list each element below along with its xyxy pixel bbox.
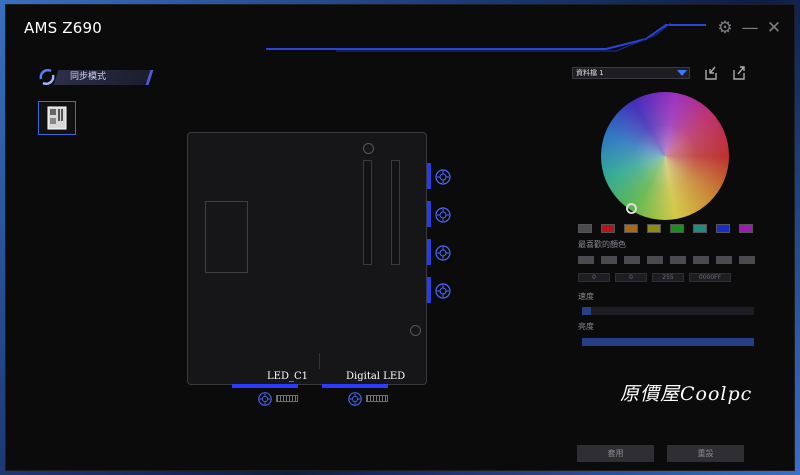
sync-icon [39,68,55,86]
memory-slot-2 [391,160,400,265]
recent-color-slot[interactable] [578,256,594,264]
color-swatch-1[interactable] [578,224,592,233]
recent-color-slot[interactable] [601,256,617,264]
color-swatch-2[interactable] [601,224,615,233]
import-profile-icon[interactable] [703,65,719,81]
header-led-c1-label: LED_C1 [267,371,308,382]
red-value-input[interactable]: 0 [578,273,610,282]
green-value-input[interactable]: 0 [615,273,647,282]
settings-gear-icon[interactable]: ⚙ [714,17,736,39]
led-c1-zone-icon[interactable] [257,391,273,407]
header-digital-led-label: Digital LED [346,371,406,382]
color-wheel[interactable] [601,92,729,220]
recent-color-slot[interactable] [670,256,686,264]
close-icon[interactable]: ✕ [763,17,785,39]
led-port-tab-2[interactable] [427,201,431,227]
title-accent-line [266,22,706,52]
motherboard-icon [47,106,67,130]
export-profile-icon[interactable] [731,65,747,81]
chevron-down-icon [677,70,687,76]
recent-color-slot[interactable] [693,256,709,264]
led-zone-icon[interactable] [434,244,452,262]
brightness-slider[interactable] [582,338,754,346]
sync-mode-button[interactable]: 同步模式 [34,65,154,89]
mount-hole [363,143,374,154]
brightness-slider-fill [582,338,754,346]
sync-mode-label: 同步模式 [70,72,107,82]
blue-value-input[interactable]: 255 [652,273,684,282]
divider [319,353,320,369]
led-zone-icon[interactable] [434,206,452,224]
recent-color-slot[interactable] [647,256,663,264]
profile-dropdown[interactable]: 資料檔 1 [572,67,690,79]
speed-slider-fill [582,307,591,315]
color-swatch-6[interactable] [693,224,707,233]
profile-selected-value: 資料檔 1 [576,69,604,77]
color-swatch-7[interactable] [716,224,730,233]
title-bar: AMS Z690 ⚙ — ✕ [6,5,794,55]
led-port-tab-4[interactable] [427,277,431,303]
motherboard-thumbnail[interactable] [38,101,76,135]
digital-led-zone-icon[interactable] [347,391,363,407]
recent-colors-label: 最喜歡的顏色 [578,240,626,249]
color-swatch-3[interactable] [624,224,638,233]
reset-button[interactable]: 重設 [667,445,744,462]
memory-slot-1 [363,160,372,265]
digital-led-pins [366,395,388,402]
hex-value-input[interactable]: 0000FF [689,273,731,282]
color-wheel-picker[interactable] [626,203,637,214]
speed-slider[interactable] [582,307,754,315]
apply-button[interactable]: 套用 [577,445,654,462]
recent-color-slot[interactable] [716,256,732,264]
motherboard-layout: LED_C1 Digital LED [187,132,427,385]
recent-color-slot[interactable] [624,256,640,264]
mount-hole [410,325,421,336]
app-window: AMS Z690 ⚙ — ✕ 同步模式 LED_C1 Digital LED 資… [5,4,795,471]
color-swatch-4[interactable] [647,224,661,233]
cpu-socket [205,201,248,273]
header-digital-led-bar [322,384,388,388]
coolpc-watermark: 原價屋Coolpc [620,383,753,405]
led-zone-icon[interactable] [434,168,452,186]
brightness-label: 亮度 [578,322,594,331]
header-led-c1-bar [232,384,298,388]
minimize-icon[interactable]: — [739,17,761,39]
speed-label: 速度 [578,292,594,301]
led-zone-icon[interactable] [434,282,452,300]
recent-color-slot[interactable] [739,256,755,264]
color-swatch-8[interactable] [739,224,753,233]
led-port-tab-1[interactable] [427,163,431,189]
color-swatch-5[interactable] [670,224,684,233]
led-c1-pins [276,395,298,402]
led-port-tab-3[interactable] [427,239,431,265]
